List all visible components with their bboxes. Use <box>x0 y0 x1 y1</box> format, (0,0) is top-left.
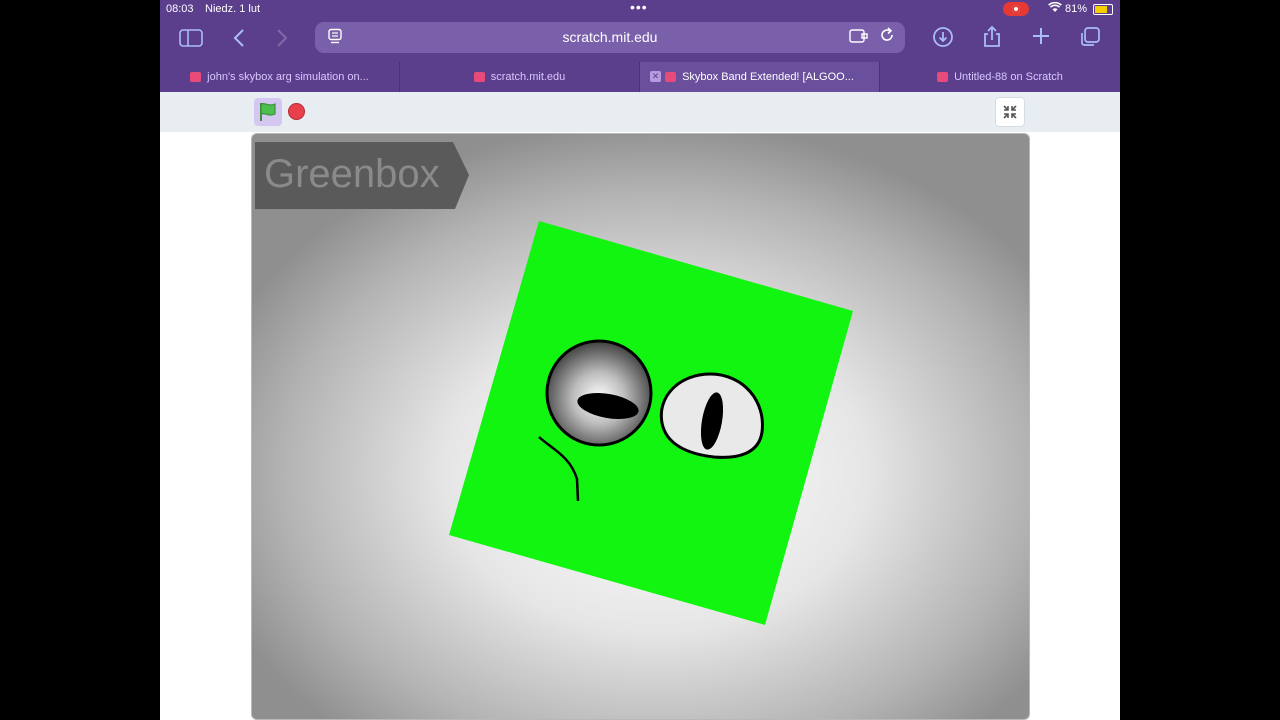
scratch-player-controls <box>160 92 1120 132</box>
forward-icon[interactable] <box>275 27 289 54</box>
sidebar-toggle-icon[interactable] <box>179 28 203 53</box>
tab-john-skybox[interactable]: john's skybox arg simulation on... <box>160 62 400 92</box>
scratch-stage[interactable]: Greenbox <box>251 133 1030 720</box>
wifi-icon <box>1048 1 1062 16</box>
downloads-icon[interactable] <box>932 26 954 53</box>
browser-toolbar: scratch.mit.edu <box>160 18 1120 62</box>
tab-skybox-band[interactable]: ✕ Skybox Band Extended! [ALGOO... <box>640 62 880 92</box>
address-bar[interactable]: scratch.mit.edu <box>315 22 905 53</box>
back-icon[interactable] <box>232 27 246 54</box>
green-square-body <box>449 221 853 625</box>
tab-title: Untitled-88 on Scratch <box>954 71 1063 83</box>
share-icon[interactable] <box>982 25 1002 54</box>
screen-recording-icon[interactable] <box>1003 2 1029 16</box>
ipad-screen: 08:03 Niedz. 1 lut ••• 81% scratch.mit.e… <box>160 0 1120 720</box>
scratch-favicon-icon <box>937 72 949 82</box>
tab-bar: john's skybox arg simulation on... scrat… <box>160 62 1120 92</box>
tab-scratch-home[interactable]: scratch.mit.edu <box>400 62 640 92</box>
multitasking-dots-icon[interactable]: ••• <box>630 0 648 15</box>
url-text[interactable]: scratch.mit.edu <box>315 29 905 45</box>
tab-title: Skybox Band Extended! [ALGOO... <box>682 71 854 83</box>
extensions-icon[interactable] <box>849 28 869 47</box>
status-bar: 08:03 Niedz. 1 lut ••• 81% <box>160 0 1120 18</box>
reload-icon[interactable] <box>878 26 896 49</box>
scratch-favicon-icon <box>473 72 485 82</box>
exit-fullscreen-button[interactable] <box>995 97 1025 127</box>
tab-untitled-88[interactable]: Untitled-88 on Scratch <box>880 62 1120 92</box>
green-flag-button[interactable] <box>254 98 282 126</box>
stop-button[interactable] <box>288 103 305 120</box>
status-time: 08:03 <box>166 3 194 15</box>
status-date: Niedz. 1 lut <box>205 3 261 15</box>
new-tab-icon[interactable] <box>1031 26 1051 51</box>
battery-percentage: 81% <box>1065 3 1088 15</box>
tab-overview-icon[interactable] <box>1079 26 1101 53</box>
tab-title: scratch.mit.edu <box>490 71 566 83</box>
scratch-favicon-icon <box>190 72 202 82</box>
left-eye <box>545 339 653 447</box>
greenbox-character <box>449 221 853 625</box>
right-eye <box>659 372 764 459</box>
battery-icon <box>1093 4 1113 15</box>
scratch-favicon-icon <box>665 72 677 82</box>
tab-title: john's skybox arg simulation on... <box>207 71 369 83</box>
close-tab-icon[interactable]: ✕ <box>650 71 661 82</box>
green-flag-icon <box>260 102 276 121</box>
exit-fullscreen-icon <box>1003 105 1017 119</box>
